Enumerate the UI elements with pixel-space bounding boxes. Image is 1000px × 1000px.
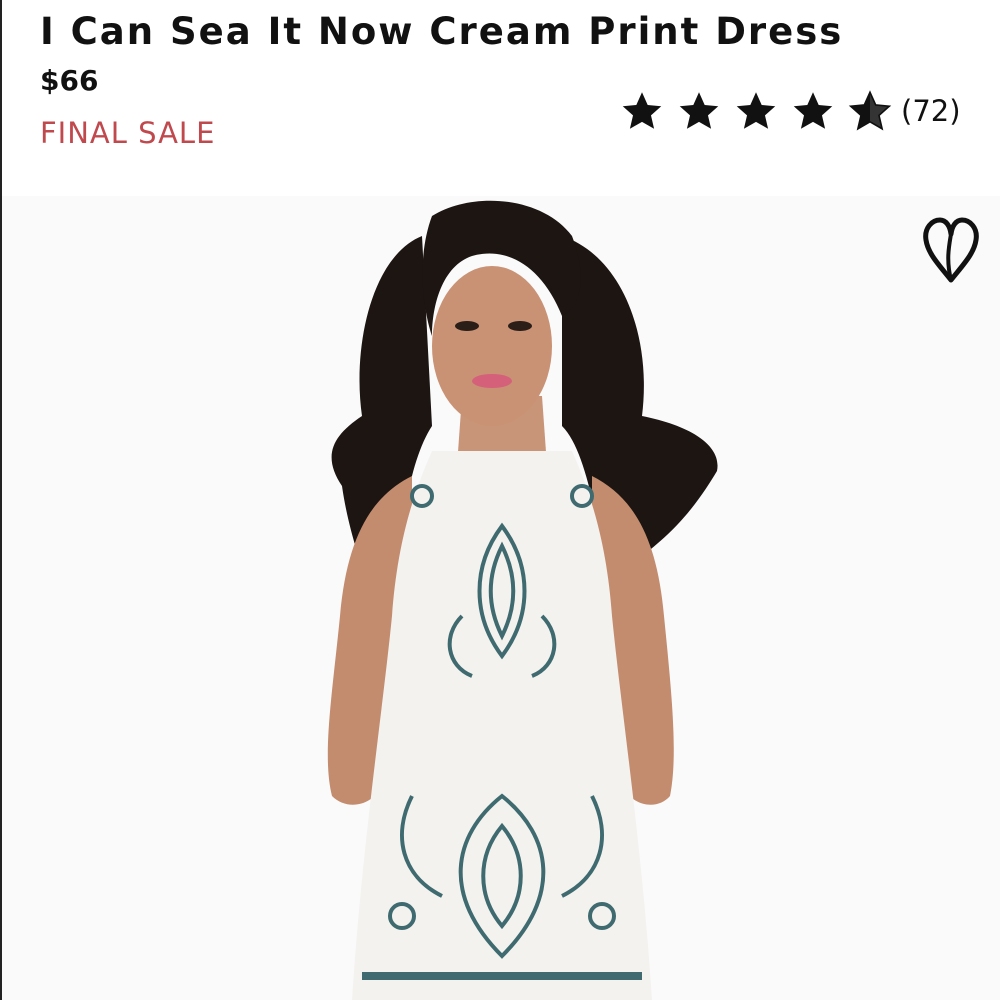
product-title: I Can Sea It Now Cream Print Dress [40, 10, 844, 53]
review-count[interactable]: (72) [901, 94, 961, 128]
heart-outline-icon [923, 217, 979, 283]
half-star-icon [848, 89, 892, 133]
final-sale-badge: FINAL SALE [40, 116, 216, 150]
product-image[interactable] [2, 196, 1000, 1000]
model-photo [2, 196, 1000, 1000]
star-icon [677, 89, 721, 133]
star-icon [734, 89, 778, 133]
product-page: I Can Sea It Now Cream Print Dress $66 F… [0, 0, 1000, 1000]
rating-stars[interactable]: (72) [620, 86, 961, 136]
star-icon [791, 89, 835, 133]
product-price: $66 [40, 64, 99, 97]
product-header: I Can Sea It Now Cream Print Dress $66 F… [2, 0, 1000, 196]
wishlist-heart-button[interactable] [922, 214, 980, 286]
star-icon [620, 89, 664, 133]
